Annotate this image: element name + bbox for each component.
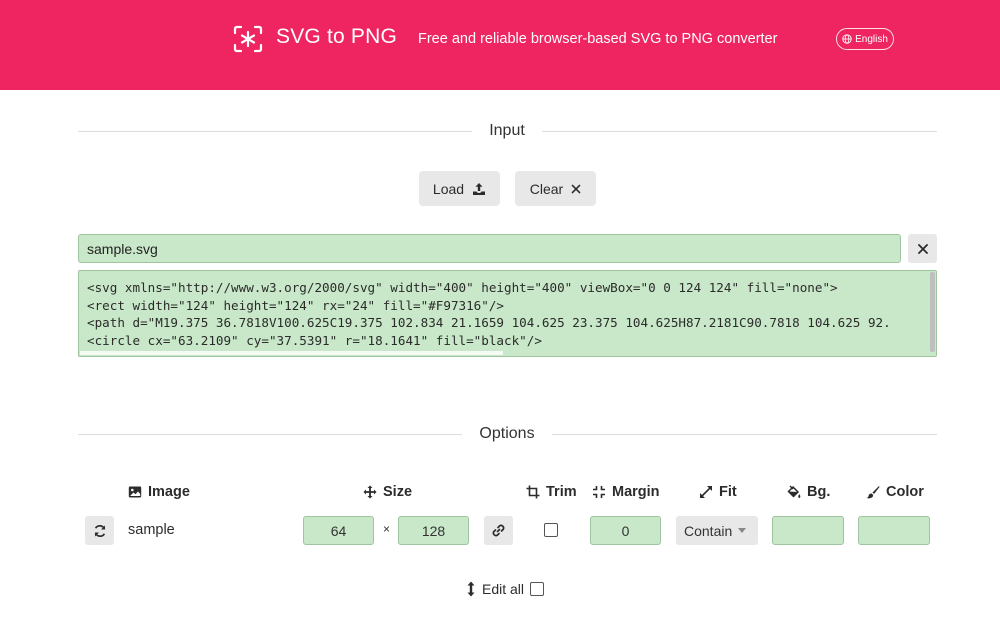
refresh-button[interactable] bbox=[85, 516, 114, 545]
move-icon bbox=[363, 485, 377, 499]
crop-icon bbox=[526, 485, 540, 499]
clear-file-button[interactable] bbox=[908, 234, 937, 263]
bg-color-input[interactable] bbox=[772, 516, 844, 545]
fit-select[interactable]: Contain bbox=[676, 516, 758, 545]
app-header: SVG to PNG Free and reliable browser-bas… bbox=[0, 0, 1000, 90]
load-button[interactable]: Load bbox=[419, 171, 500, 206]
chevron-down-icon bbox=[738, 528, 747, 533]
upload-icon bbox=[473, 182, 486, 195]
divider-left bbox=[78, 131, 472, 132]
height-input[interactable]: 128 bbox=[398, 516, 469, 545]
language-button[interactable]: English bbox=[836, 28, 894, 50]
logo-icon bbox=[233, 25, 263, 53]
options-section-title: Options bbox=[479, 425, 535, 442]
refresh-icon bbox=[94, 524, 105, 537]
tagline: Free and reliable browser-based SVG to P… bbox=[418, 31, 778, 47]
margin-input[interactable]: 0 bbox=[590, 516, 661, 545]
column-color-label: Color bbox=[886, 484, 924, 500]
image-icon bbox=[128, 486, 142, 498]
link-aspect-button[interactable] bbox=[484, 516, 513, 545]
clear-label: Clear bbox=[529, 180, 564, 197]
compress-icon bbox=[593, 486, 605, 498]
column-color: Color bbox=[866, 484, 924, 500]
column-margin: Margin bbox=[592, 484, 660, 500]
column-bg-label: Bg. bbox=[807, 484, 831, 500]
column-trim-label: Trim bbox=[546, 484, 577, 500]
width-input[interactable]: 64 bbox=[303, 516, 374, 545]
column-size: Size bbox=[363, 484, 412, 500]
column-margin-label: Margin bbox=[612, 484, 660, 500]
column-image: Image bbox=[128, 484, 190, 500]
link-icon bbox=[492, 524, 505, 537]
vertical-scrollbar[interactable] bbox=[930, 272, 935, 352]
edit-all-checkbox[interactable] bbox=[530, 582, 545, 596]
expand-icon bbox=[700, 486, 712, 498]
edit-all-label: Edit all bbox=[482, 581, 525, 597]
clear-button[interactable]: Clear bbox=[515, 171, 596, 206]
fit-value: Contain bbox=[684, 522, 733, 539]
column-size-label: Size bbox=[383, 484, 413, 500]
trim-checkbox[interactable] bbox=[544, 523, 558, 537]
horizontal-scrollbar[interactable] bbox=[80, 351, 503, 355]
image-name: sample bbox=[128, 522, 175, 538]
close-icon bbox=[917, 243, 928, 254]
divider-right bbox=[552, 434, 937, 435]
times-symbol: × bbox=[383, 522, 391, 536]
column-bg: Bg. bbox=[787, 484, 830, 500]
code-line: <rect width="124" height="124" rx="24" f… bbox=[87, 297, 505, 313]
input-section-title: Input bbox=[489, 122, 525, 139]
edit-all-toggle[interactable]: Edit all bbox=[466, 581, 545, 597]
language-label: English bbox=[855, 33, 888, 45]
divider-left bbox=[78, 434, 462, 435]
load-label: Load bbox=[432, 180, 465, 197]
close-icon bbox=[571, 184, 581, 193]
code-line: <path d="M19.375 36.7818V100.625C19.375 … bbox=[87, 315, 891, 330]
column-fit-label: Fit bbox=[719, 484, 737, 500]
brand-title[interactable]: SVG to PNG bbox=[276, 25, 397, 49]
code-line: <svg xmlns="http://www.w3.org/2000/svg" … bbox=[87, 280, 838, 295]
brush-icon bbox=[866, 486, 880, 499]
column-trim: Trim bbox=[526, 484, 577, 500]
paint-bucket-icon bbox=[787, 485, 801, 498]
code-line: <circle cx="63.2109" cy="37.5391" r="18.… bbox=[87, 332, 542, 348]
column-fit: Fit bbox=[699, 484, 737, 500]
svg-code-editor[interactable]: <svg xmlns="http://www.w3.org/2000/svg" … bbox=[78, 270, 937, 357]
vertical-arrows-icon bbox=[467, 581, 475, 597]
globe-icon bbox=[842, 34, 852, 44]
divider-right bbox=[542, 131, 937, 132]
column-image-label: Image bbox=[148, 484, 190, 500]
color-input[interactable] bbox=[858, 516, 930, 545]
filename-input[interactable]: sample.svg bbox=[78, 234, 901, 263]
